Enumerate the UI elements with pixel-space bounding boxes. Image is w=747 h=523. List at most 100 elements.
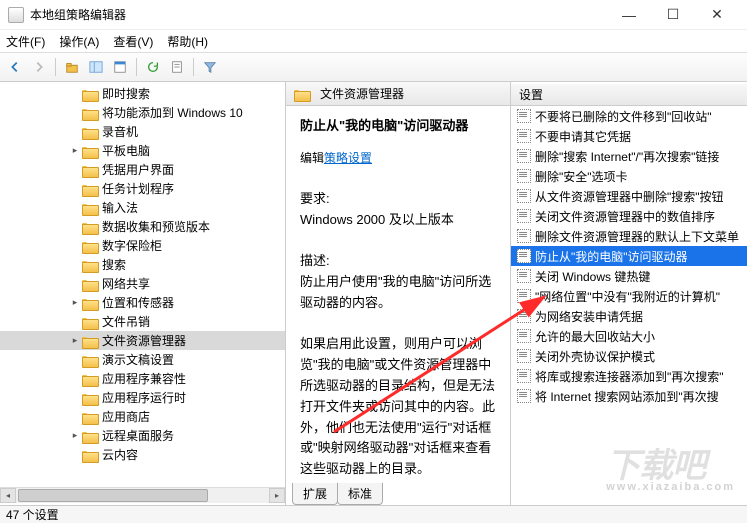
tree-item[interactable]: 应用程序兼容性 (0, 369, 285, 388)
tree-item[interactable]: 应用程序运行时 (0, 388, 285, 407)
tree-item[interactable]: 应用商店 (0, 407, 285, 426)
settings-column-header[interactable]: 设置 (511, 84, 747, 106)
setting-item[interactable]: 将 Internet 搜索网站添加到"再次搜 (511, 386, 747, 406)
menu-file[interactable]: 文件(F) (6, 33, 45, 50)
policy-icon (517, 309, 531, 323)
separator (193, 58, 194, 76)
setting-item[interactable]: 从文件资源管理器中删除"搜索"按钮 (511, 186, 747, 206)
tree-item[interactable]: 网络共享 (0, 274, 285, 293)
window-controls: — ☐ ✕ (607, 1, 739, 29)
setting-item[interactable]: 不要申请其它凭据 (511, 126, 747, 146)
tree-item[interactable]: 凭据用户界面 (0, 160, 285, 179)
statusbar: 47 个设置 (0, 505, 747, 523)
policy-icon (517, 329, 531, 343)
folder-icon (82, 202, 98, 214)
export-button[interactable] (109, 56, 131, 78)
setting-item[interactable]: 关闭外壳协议保护模式 (511, 346, 747, 366)
scroll-right-button[interactable]: ▸ (269, 488, 285, 503)
tree-item[interactable]: 即时搜索 (0, 84, 285, 103)
tab-extended[interactable]: 扩展 (292, 483, 338, 505)
setting-item[interactable]: 删除"安全"选项卡 (511, 166, 747, 186)
setting-label: 删除"安全"选项卡 (535, 168, 628, 185)
filter-button[interactable] (199, 56, 221, 78)
tree-item-label: 文件吊销 (102, 313, 150, 330)
tree-item[interactable]: ▸文件资源管理器 (0, 331, 285, 350)
up-button[interactable] (61, 56, 83, 78)
setting-item[interactable]: 将库或搜索连接器添加到"再次搜索" (511, 366, 747, 386)
expand-icon[interactable]: ▸ (70, 430, 80, 441)
tree-item[interactable]: 云内容 (0, 445, 285, 464)
folder-icon (82, 411, 98, 423)
policy-icon (517, 269, 531, 283)
minimize-button[interactable]: — (607, 1, 651, 29)
setting-item[interactable]: 关闭文件资源管理器中的数值排序 (511, 206, 747, 226)
tree-item[interactable]: 输入法 (0, 198, 285, 217)
setting-item[interactable]: "网络位置"中没有"我附近的计算机" (511, 286, 747, 306)
scroll-thumb[interactable] (18, 489, 208, 502)
tree-item-label: 任务计划程序 (102, 180, 174, 197)
tree-item-label: 输入法 (102, 199, 138, 216)
expand-icon[interactable]: ▸ (70, 145, 80, 156)
tree-item[interactable]: ▸远程桌面服务 (0, 426, 285, 445)
setting-label: 从文件资源管理器中删除"搜索"按钮 (535, 188, 724, 205)
expand-icon[interactable]: ▸ (70, 335, 80, 346)
setting-label: 删除"搜索 Internet"/"再次搜索"链接 (535, 148, 719, 165)
tree-item-label: 数字保险柜 (102, 237, 162, 254)
refresh-button[interactable] (142, 56, 164, 78)
folder-icon (82, 316, 98, 328)
policy-settings-link[interactable]: 策略设置 (324, 151, 372, 165)
back-button[interactable] (4, 56, 26, 78)
setting-item[interactable]: 删除文件资源管理器的默认上下文菜单 (511, 226, 747, 246)
setting-item[interactable]: 关闭 Windows 键热键 (511, 266, 747, 286)
tab-standard[interactable]: 标准 (337, 483, 383, 505)
properties-button[interactable] (166, 56, 188, 78)
tree-hscrollbar[interactable]: ◂ ▸ (0, 487, 285, 503)
description-text-2: 如果启用此设置，则用户可以浏览"我的电脑"或文件资源管理器中所选驱动器的目录结构… (300, 334, 496, 480)
tree-item[interactable]: 任务计划程序 (0, 179, 285, 198)
tree-item-label: 演示文稿设置 (102, 351, 174, 368)
scroll-left-button[interactable]: ◂ (0, 488, 16, 503)
show-hide-tree-button[interactable] (85, 56, 107, 78)
tree-item-label: 将功能添加到 Windows 10 (102, 104, 243, 121)
requirements-value: Windows 2000 及以上版本 (300, 210, 496, 231)
setting-item[interactable]: 为网络安装申请凭据 (511, 306, 747, 326)
titlebar: 本地组策略编辑器 — ☐ ✕ (0, 0, 747, 30)
policy-icon (517, 229, 531, 243)
app-icon (8, 7, 24, 23)
tree-item-label: 网络共享 (102, 275, 150, 292)
policy-icon (517, 169, 531, 183)
tree-item[interactable]: 数据收集和预览版本 (0, 217, 285, 236)
policy-icon (517, 249, 531, 263)
tree-item[interactable]: 将功能添加到 Windows 10 (0, 103, 285, 122)
folder-icon (82, 354, 98, 366)
setting-label: 关闭文件资源管理器中的数值排序 (535, 208, 715, 225)
close-button[interactable]: ✕ (695, 1, 739, 29)
forward-button[interactable] (28, 56, 50, 78)
menu-view[interactable]: 查看(V) (113, 33, 153, 50)
policy-icon (517, 109, 531, 123)
setting-item[interactable]: 删除"搜索 Internet"/"再次搜索"链接 (511, 146, 747, 166)
setting-label: 将 Internet 搜索网站添加到"再次搜 (535, 388, 719, 405)
menu-action[interactable]: 操作(A) (59, 33, 99, 50)
folder-icon (82, 259, 98, 271)
tree-item[interactable]: 数字保险柜 (0, 236, 285, 255)
policy-icon (517, 149, 531, 163)
setting-item[interactable]: 允许的最大回收站大小 (511, 326, 747, 346)
tree-item[interactable]: 录音机 (0, 122, 285, 141)
tree-item[interactable]: ▸平板电脑 (0, 141, 285, 160)
tree-item[interactable]: 文件吊销 (0, 312, 285, 331)
requirements-label: 要求: (300, 189, 496, 210)
tree-item[interactable]: ▸位置和传感器 (0, 293, 285, 312)
tree-item-label: 应用商店 (102, 408, 150, 425)
folder-icon (82, 240, 98, 252)
setting-item[interactable]: 不要将已删除的文件移到"回收站" (511, 106, 747, 126)
expand-icon[interactable]: ▸ (70, 297, 80, 308)
description-text-1: 防止用户使用"我的电脑"访问所选驱动器的内容。 (300, 272, 496, 314)
setting-item[interactable]: 防止从"我的电脑"访问驱动器 (511, 246, 747, 266)
tree-item[interactable]: 搜索 (0, 255, 285, 274)
maximize-button[interactable]: ☐ (651, 1, 695, 29)
folder-icon (82, 88, 98, 100)
folder-icon (82, 145, 98, 157)
menu-help[interactable]: 帮助(H) (167, 33, 208, 50)
tree-item[interactable]: 演示文稿设置 (0, 350, 285, 369)
